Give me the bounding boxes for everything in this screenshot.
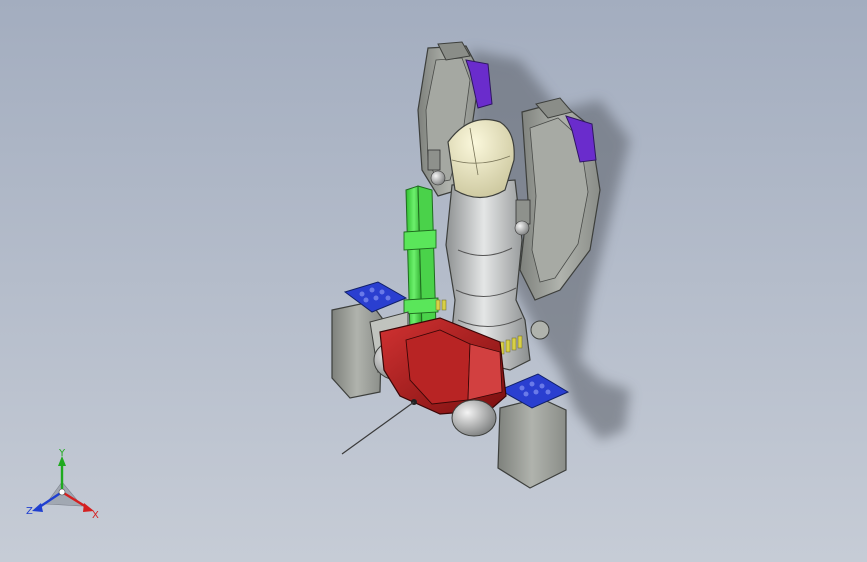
y-axis-label: Y xyxy=(58,448,66,459)
probe-line xyxy=(341,401,415,455)
3d-viewport[interactable]: Y X Z xyxy=(0,0,867,562)
triad-origin xyxy=(58,488,66,496)
x-axis-label: X xyxy=(92,510,99,521)
right-foot[interactable] xyxy=(497,373,570,489)
dome-head[interactable] xyxy=(447,118,515,199)
cad-model-render[interactable] xyxy=(0,0,867,562)
z-axis-label: Z xyxy=(26,506,33,517)
axis-triad: Y X Z xyxy=(26,448,99,521)
